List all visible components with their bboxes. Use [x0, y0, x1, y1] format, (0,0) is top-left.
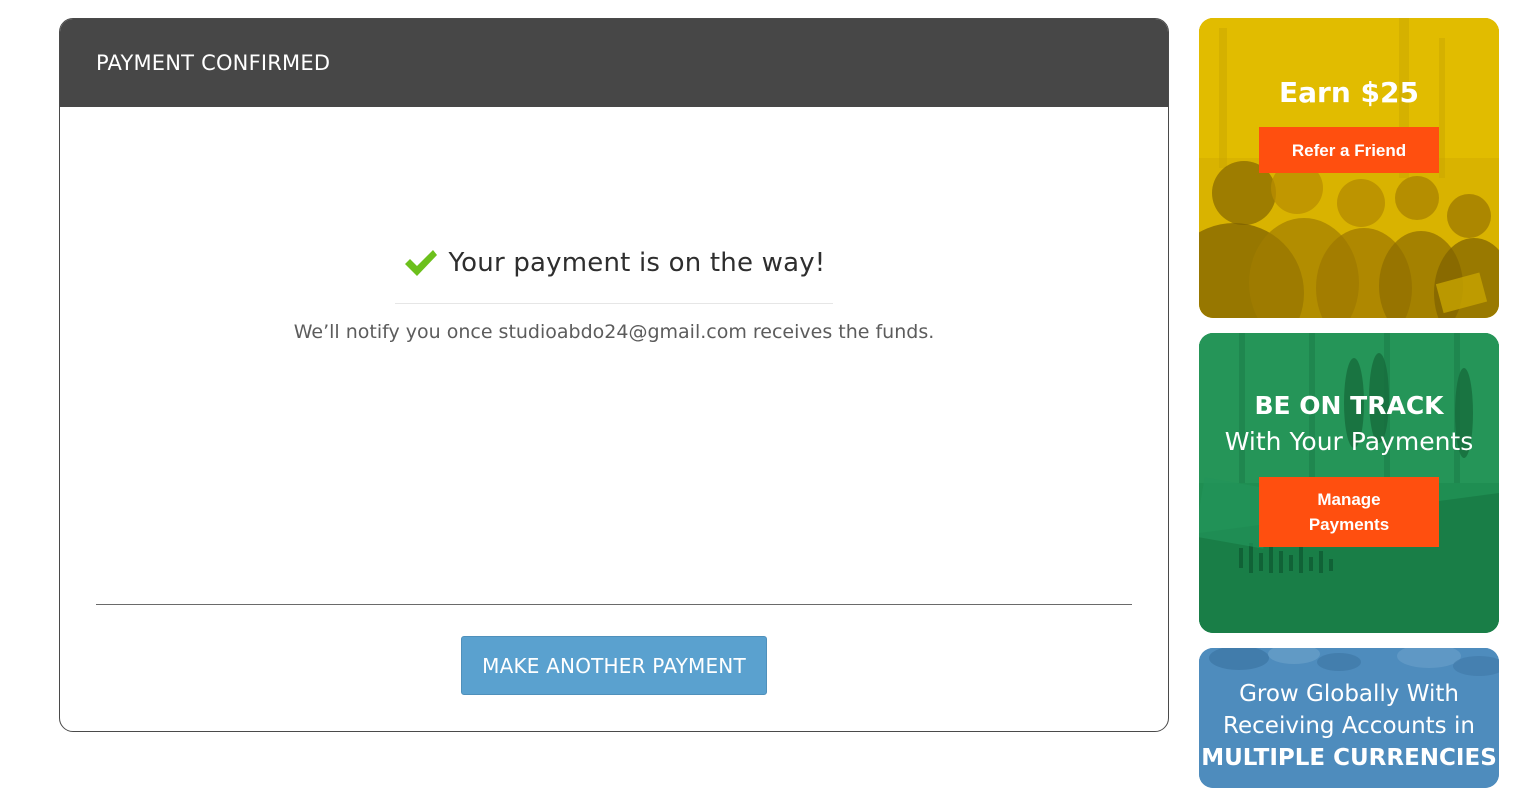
- card-title: PAYMENT CONFIRMED: [96, 51, 331, 75]
- refer-a-friend-button[interactable]: Refer a Friend: [1259, 127, 1439, 173]
- checkmark-icon: [404, 250, 437, 276]
- manage-payments-label-line2: Payments: [1308, 515, 1390, 534]
- referral-title: Earn $25: [1279, 76, 1419, 109]
- manage-payments-label-line1: Manage: [1317, 490, 1381, 509]
- heading-divider: [395, 303, 833, 304]
- currency-promo-line1: Grow Globally With: [1239, 681, 1459, 707]
- referral-promo-banner[interactable]: Earn $25 Refer a Friend: [1199, 18, 1499, 318]
- multi-currency-promo-banner[interactable]: Grow Globally With Receiving Accounts in…: [1199, 648, 1499, 788]
- footer-divider: [96, 604, 1132, 605]
- notify-message: We’ll notify you once studioabdo24@gmail…: [293, 321, 935, 343]
- payments-promo-subtitle: With Your Payments: [1224, 427, 1474, 456]
- manage-payments-button[interactable]: Manage Payments: [1259, 477, 1439, 547]
- payments-promo-title: BE ON TRACK: [1254, 391, 1444, 420]
- confirmation-heading: Your payment is on the way!: [448, 248, 826, 278]
- currency-promo-line2: Receiving Accounts in: [1223, 713, 1475, 739]
- payment-confirmation-card: PAYMENT CONFIRMED Your payment is on the…: [59, 18, 1169, 732]
- confirmation-message-row: Your payment is on the way!: [60, 247, 1168, 279]
- manage-payments-promo-banner[interactable]: BE ON TRACK With Your Payments Manage Pa…: [1199, 333, 1499, 633]
- card-header: PAYMENT CONFIRMED: [60, 19, 1168, 107]
- currency-promo-line3: MULTIPLE CURRENCIES: [1201, 745, 1497, 771]
- make-another-payment-button[interactable]: MAKE ANOTHER PAYMENT: [461, 636, 767, 695]
